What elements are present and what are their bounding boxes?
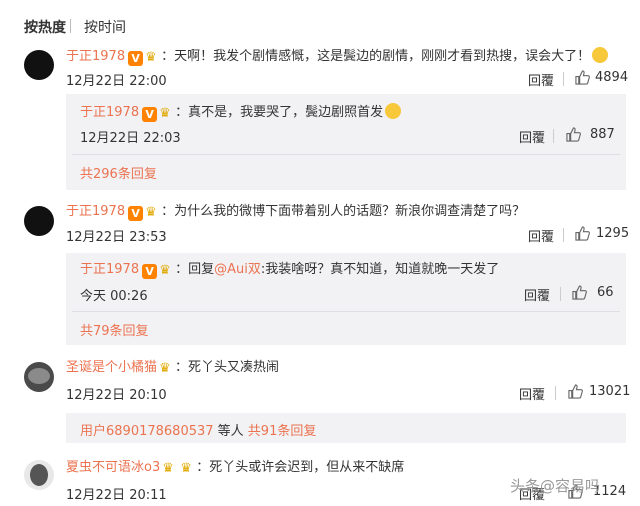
crown-badge-icon: ♛ [145,205,157,220]
crown-badge-icon: ♛ [180,461,192,476]
like-count: 1295 [596,226,630,241]
crown-badge-icon: ♛ [145,50,157,65]
laugh-emoji-icon [592,47,609,63]
crown-badge-icon: ♛ [162,461,174,476]
reply-text: 真不是，我要哭了，鬓边剧照首发 [188,105,384,120]
thumbs-up-icon[interactable] [568,384,583,399]
crown-badge-icon: ♛ [159,263,171,278]
colon: ： [175,262,189,277]
comment-time: 12月22日 22:00 [66,74,167,89]
comment-text: 死丫头或许会迟到，但从来不缺席 [209,460,405,475]
reply-button[interactable]: 回覆 [528,70,554,89]
colon: ： [175,105,189,120]
reply-time: 今天 00:26 [80,289,148,304]
colon: ： [161,49,175,64]
username-link[interactable]: 于正1978 [66,204,125,219]
avatar[interactable] [24,206,54,236]
like-count: 4894 [595,70,629,85]
more-replies-link[interactable]: 共296条回复 [80,163,157,182]
sort-by-time-tab[interactable]: 按时间 [84,17,126,37]
reply-button[interactable]: 回覆 [519,127,545,146]
divider [563,228,564,242]
comment-time: 12月22日 20:10 [66,388,167,403]
username-link[interactable]: 于正1978 [80,262,139,277]
comment-time: 12月22日 23:53 [66,230,167,245]
divider [72,311,620,312]
reply-button[interactable]: 回覆 [524,285,550,304]
reply-prefix: 回复 [188,262,215,277]
reply-text: :我装啥呀？真不知道，知道就晚一天发了 [260,262,500,277]
username-link[interactable]: 圣诞是个小橘猫 [66,360,157,375]
colon: ： [175,360,189,375]
divider [553,129,554,143]
avatar[interactable] [24,460,54,490]
like-count: 13021 [589,384,631,399]
mention-link[interactable]: @Aui双 [214,262,261,277]
comment-1-line: 于正1978 V ♛ ：天啊！我发个剧情感慨，这是鬓边的剧情，刚刚才看到热搜，误会大了… [66,47,609,66]
reply-time: 12月22日 22:03 [80,131,181,146]
watermark: 头条@容易吗 [510,477,601,495]
comment-3-line: 圣诞是个小橘猫 ♛ ：死丫头又凑热闹 [66,359,279,377]
like-count: 66 [597,285,614,300]
comment-time: 12月22日 20:11 [66,488,167,503]
thumbs-up-icon[interactable] [566,127,581,142]
laugh-emoji-icon [385,103,402,119]
colon: ： [161,204,175,219]
comment-text: 死丫头又凑热闹 [188,360,280,375]
username-link[interactable]: 于正1978 [80,105,139,120]
reply-1-line: 于正1978 V ♛ ：真不是，我要哭了，鬓边剧照首发 [80,103,402,122]
more-replies-link[interactable]: 共79条回复 [80,320,149,339]
divider [560,287,561,301]
verified-badge-icon: V [128,206,144,221]
username-link[interactable]: 于正1978 [66,49,125,64]
crown-badge-icon: ♛ [159,106,171,121]
more-mid-text: 等人 [213,424,248,439]
verified-badge-icon: V [128,51,144,66]
verified-badge-icon: V [142,107,158,122]
replier-link[interactable]: 用户6890178680537 [80,424,214,439]
comment-text: 天啊！我发个剧情感慨，这是鬓边的剧情，刚刚才看到热搜，误会大了！ [174,49,591,64]
avatar[interactable] [24,362,54,392]
divider [555,386,556,400]
comment-2-line: 于正1978 V ♛ ：为什么我的微博下面带着别人的话题？新浪你调查清楚了吗？ [66,203,525,221]
reply-2-line: 于正1978 V ♛ ：回复@Aui双:我装啥呀？真不知道，知道就晚一天发了 [80,261,499,279]
avatar[interactable] [24,50,54,80]
sort-bar: 按热度 按时间 [0,0,640,44]
thumbs-up-icon[interactable] [575,226,590,241]
reply-button[interactable]: 回覆 [528,226,554,245]
comment-text: 为什么我的微博下面带着别人的话题？新浪你调查清楚了吗？ [174,204,526,219]
reply-button[interactable]: 回覆 [519,384,545,403]
divider [563,72,564,86]
thumbs-up-icon[interactable] [575,70,590,85]
like-count: 887 [590,127,615,142]
more-replies-line: 用户6890178680537 等人 共91条回复 [80,420,316,439]
sort-divider [70,19,71,33]
colon: ： [196,460,210,475]
thumbs-up-icon[interactable] [572,285,587,300]
more-replies-link[interactable]: 共91条回复 [248,424,317,439]
comment-4-line: 夏虫不可语冰o3 ♛ ♛ ：死丫头或许会迟到，但从来不缺席 [66,459,404,477]
verified-badge-icon: V [142,264,158,279]
username-link[interactable]: 夏虫不可语冰o3 [66,460,160,475]
divider [72,154,620,155]
sort-by-hot-tab[interactable]: 按热度 [24,17,66,37]
crown-badge-icon: ♛ [159,361,171,376]
